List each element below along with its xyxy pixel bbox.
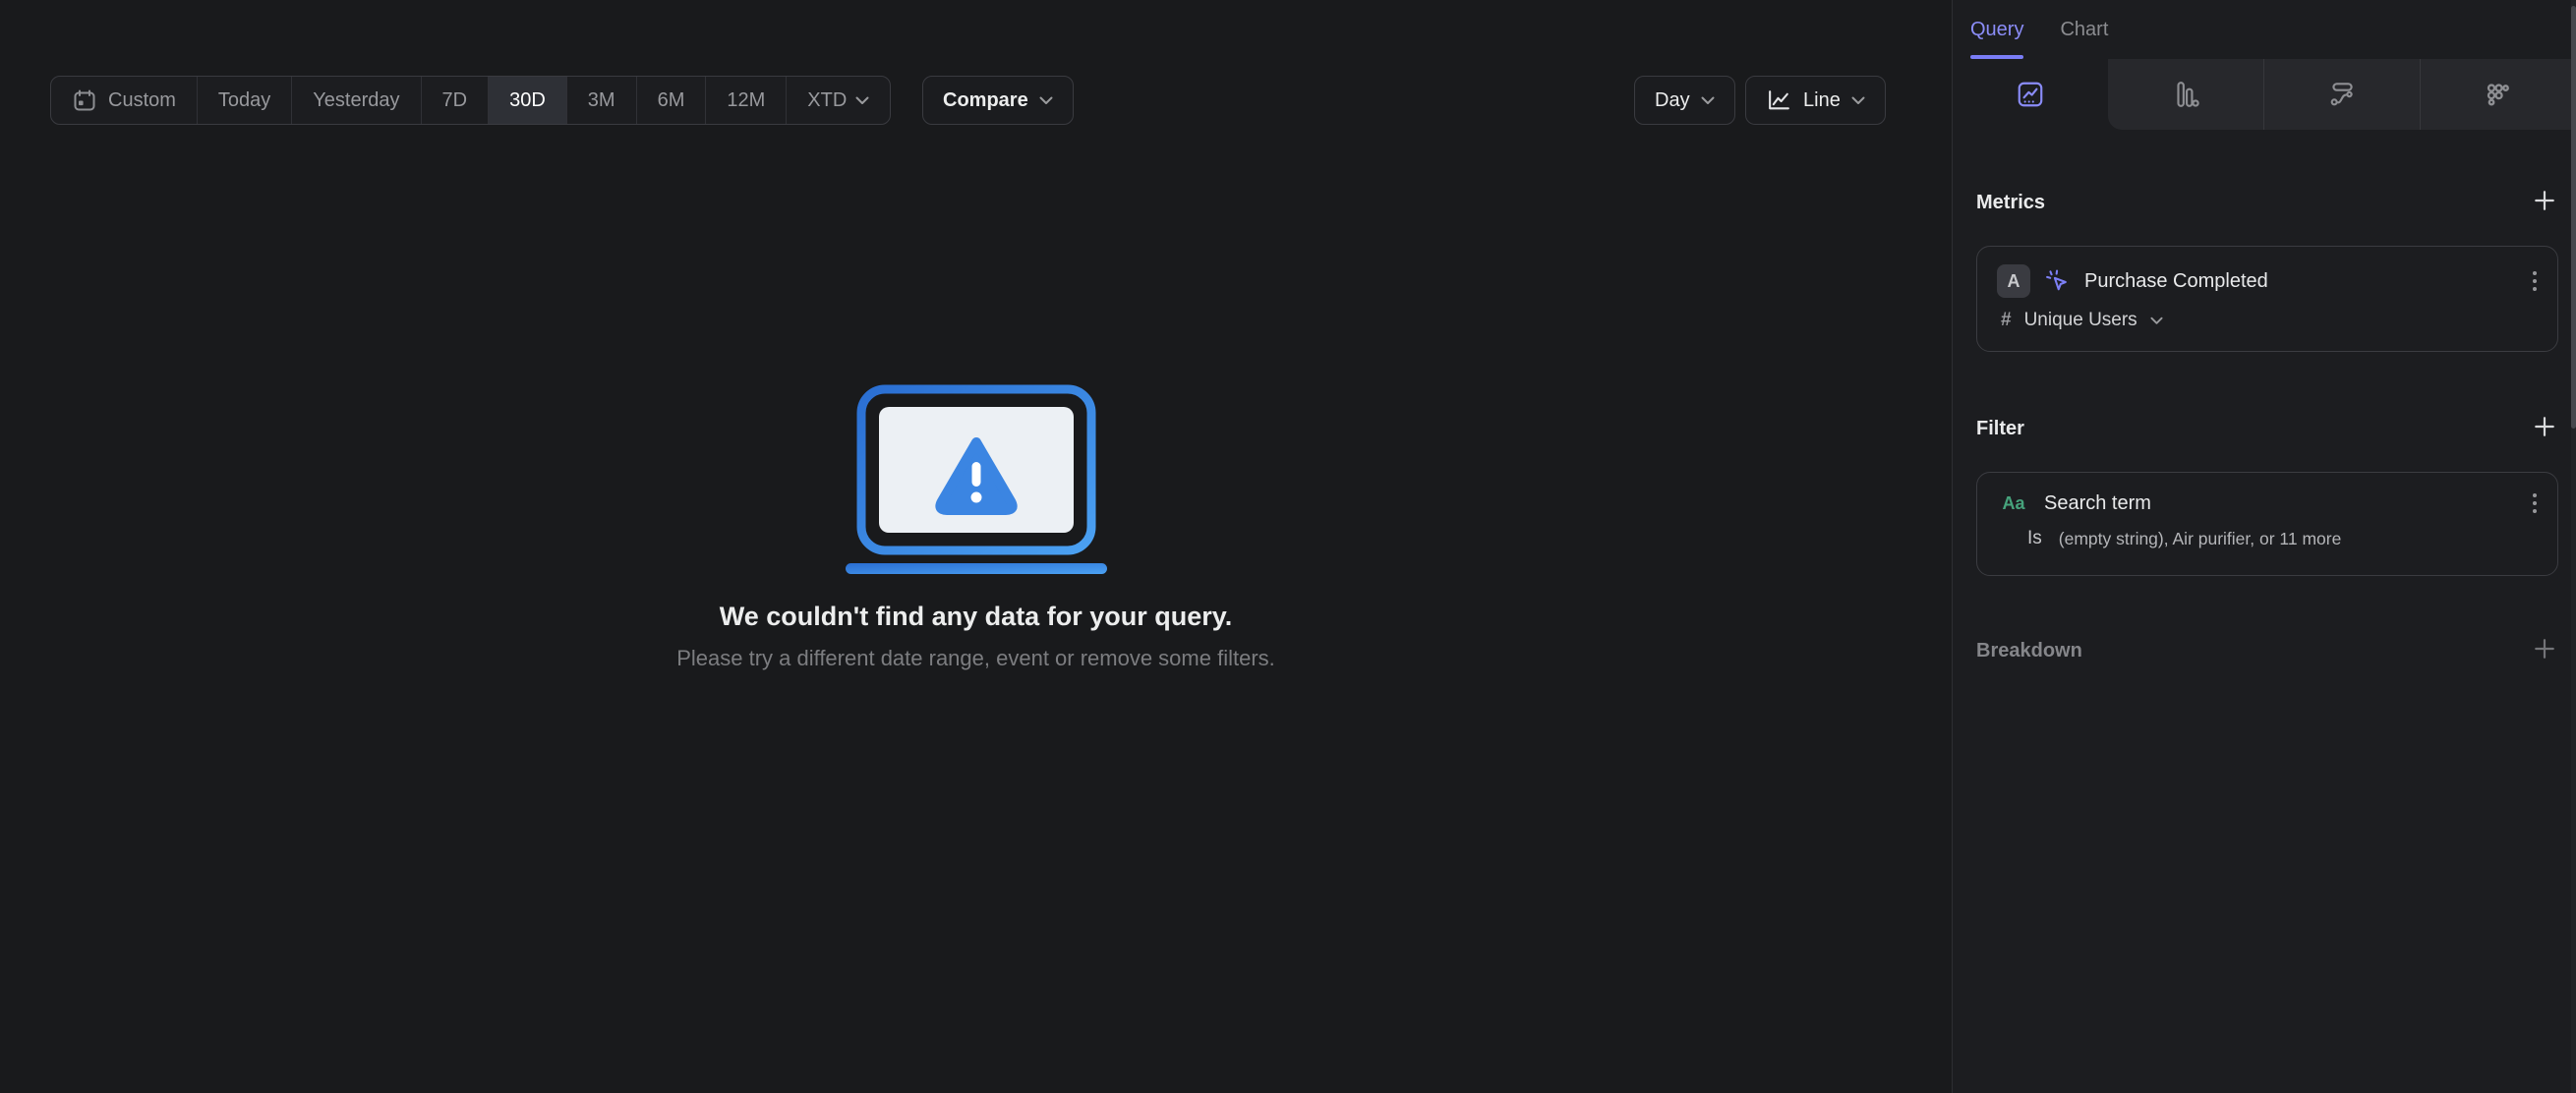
metric-event-name: Purchase Completed <box>2084 269 2268 292</box>
tab-chart[interactable]: Chart <box>2060 0 2108 59</box>
metric-card[interactable]: A Purchase Completed # Unique Users <box>1976 246 2558 352</box>
panel-tabs: Query Chart <box>1953 0 2576 59</box>
add-filter-button[interactable] <box>2531 413 2558 445</box>
date-range-7d[interactable]: 7D <box>420 77 489 124</box>
empty-state-title: We couldn't find any data for your query… <box>719 602 1233 631</box>
compare-button[interactable]: Compare <box>922 76 1074 125</box>
plus-icon <box>2533 189 2556 217</box>
view-tab-funnels[interactable] <box>2108 59 2263 130</box>
empty-state-subtitle: Please try a different date range, event… <box>676 646 1275 670</box>
filter-heading: Filter <box>1976 418 2024 439</box>
metrics-heading: Metrics <box>1976 192 2046 213</box>
date-range-custom[interactable]: Custom <box>51 77 197 124</box>
panel-scrollbar[interactable] <box>2571 0 2576 1093</box>
view-tab-retention[interactable] <box>2420 59 2576 130</box>
granularity-dropdown[interactable]: Day <box>1634 76 1735 125</box>
insights-icon <box>2016 80 2045 109</box>
retention-icon <box>2484 80 2513 109</box>
date-range-3m[interactable]: 3M <box>565 77 636 124</box>
chevron-down-icon <box>1039 96 1053 105</box>
date-range-6m[interactable]: 6M <box>635 77 706 124</box>
breakdown-heading: Breakdown <box>1976 640 2082 662</box>
filter-condition[interactable]: Is (empty string), Air purifier, or 11 m… <box>1997 528 2540 549</box>
filter-options-kebab-icon[interactable] <box>2530 490 2540 516</box>
plus-icon <box>2533 637 2556 665</box>
chevron-down-icon <box>855 96 869 105</box>
aggregation-label: Unique Users <box>2023 310 2137 330</box>
date-range-30d[interactable]: 30D <box>488 77 566 124</box>
warning-laptop-illustration <box>845 384 1107 574</box>
filter-values: (empty string), Air purifier, or 11 more <box>2058 528 2342 548</box>
hash-symbol: # <box>2001 310 2012 330</box>
filter-property-name: Search term <box>2044 491 2151 514</box>
date-range-yesterday[interactable]: Yesterday <box>291 77 420 124</box>
date-range-label: Custom <box>108 88 176 111</box>
view-type-strip <box>1953 59 2576 130</box>
chart-canvas: Custom Today Yesterday 7D 30D 3M 6M 12M … <box>0 0 1952 1093</box>
filter-operator: Is <box>2027 528 2042 548</box>
aggregation-dropdown[interactable]: # Unique Users <box>1997 310 2540 331</box>
plus-icon <box>2533 415 2556 443</box>
chevron-down-icon <box>1701 96 1715 105</box>
metric-letter-badge: A <box>1997 264 2030 298</box>
date-range-xtd[interactable]: XTD <box>786 77 890 124</box>
view-tab-insights[interactable] <box>1953 59 2108 130</box>
metric-options-kebab-icon[interactable] <box>2530 268 2540 294</box>
chevron-down-icon <box>2150 316 2163 325</box>
empty-state: We couldn't find any data for your query… <box>0 381 1952 671</box>
date-range-today[interactable]: Today <box>196 77 291 124</box>
date-range-12m[interactable]: 12M <box>705 77 786 124</box>
panel-scrollbar-thumb[interactable] <box>2571 6 2576 429</box>
date-range-control: Custom Today Yesterday 7D 30D 3M 6M 12M … <box>50 76 892 125</box>
chart-type-dropdown[interactable]: Line <box>1745 76 1886 125</box>
query-builder-panel: Query Chart Metrics A Purchase Completed… <box>1952 0 2576 1093</box>
add-metric-button[interactable] <box>2531 187 2558 219</box>
chevron-down-icon <box>1851 96 1865 105</box>
filter-card[interactable]: Aa Search term Is (empty string), Air pu… <box>1976 472 2558 576</box>
event-click-icon <box>2044 268 2071 295</box>
funnels-icon <box>2171 80 2200 109</box>
flows-icon <box>2327 80 2357 109</box>
string-type-icon: Aa <box>2002 492 2025 513</box>
calendar-icon <box>72 87 97 113</box>
tab-query[interactable]: Query <box>1970 0 2024 59</box>
add-breakdown-button[interactable] <box>2531 635 2558 667</box>
line-chart-icon <box>1766 87 1792 114</box>
view-tab-flows[interactable] <box>2263 59 2420 130</box>
